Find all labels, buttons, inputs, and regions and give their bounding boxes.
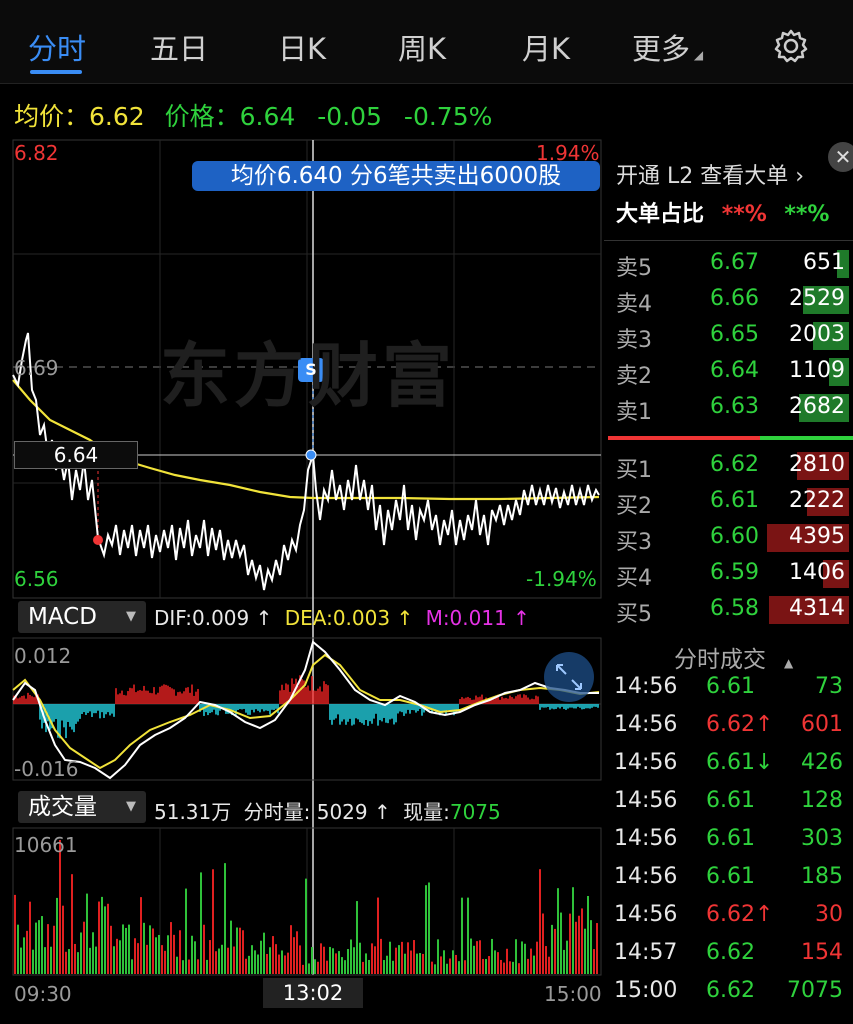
trade-volume: 7075 [787, 978, 843, 1003]
time-end-label: 15:00 [544, 982, 602, 1006]
trade-volume: 128 [801, 788, 843, 813]
volume-max-label: 10661 [14, 833, 78, 857]
trade-volume: 154 [801, 940, 843, 965]
chevron-up-icon: ▲ [784, 656, 794, 670]
trade-price: 6.62 [706, 940, 755, 965]
dif-line [12, 640, 599, 780]
trade-price: 6.62↑ [706, 712, 774, 737]
y-min-label: 6.56 [14, 567, 59, 591]
volume-minute: 分时量: 5029 ↑ [243, 800, 391, 824]
volume-now: 7075 [449, 800, 501, 824]
time-start-label: 09:30 [14, 982, 72, 1006]
trade-price: 6.61 [706, 864, 755, 889]
trade-price: 6.61 [706, 674, 755, 699]
big-order-sell: **% [784, 202, 830, 227]
ask-row[interactable]: 卖4 6.66 2529 [604, 282, 853, 318]
volume-bars [14, 839, 598, 974]
trade-price: 6.61 [706, 788, 755, 813]
chevron-down-icon: ▼ [126, 799, 136, 814]
chevron-down-icon: ▼ [126, 609, 136, 624]
trade-time: 14:56 [614, 750, 678, 775]
ask-row[interactable]: 卖3 6.65 2003 [604, 318, 853, 354]
trade-price: 6.61↓ [706, 750, 774, 775]
close-icon[interactable]: ✕ [828, 142, 853, 172]
trade-time: 14:56 [614, 864, 678, 889]
m-value: M:0.011 ↑ [425, 606, 530, 630]
dea-value: DEA:0.003 ↑ [284, 606, 414, 630]
volume-total: 51.31万 [154, 800, 232, 824]
bid-row[interactable]: 买1 6.62 2810 [604, 448, 853, 484]
trade-time: 14:56 [614, 826, 678, 851]
crosshair-price-label: 6.64 [14, 441, 138, 469]
macd-min-label: -0.016 [14, 757, 79, 781]
trade-volume: 30 [815, 902, 843, 927]
trade-row: 14:57 6.62 154 [604, 936, 853, 974]
bid-row[interactable]: 买5 6.58 4314 [604, 592, 853, 628]
trade-volume: 426 [801, 750, 843, 775]
trade-price: 6.62↑ [706, 902, 774, 927]
macd-indicator-select[interactable]: MACD ▼ [18, 601, 146, 633]
bid-row[interactable]: 买4 6.59 1406 [604, 556, 853, 592]
macd-max-label: 0.012 [14, 644, 72, 668]
trade-row: 14:56 6.61 128 [604, 784, 853, 822]
bid-row[interactable]: 买3 6.60 4395 [604, 520, 853, 556]
trade-row: 14:56 6.61 185 [604, 860, 853, 898]
crosshair-tooltip: 均价6.640 分6笔共卖出6000股 [192, 161, 600, 191]
expand-chart-button[interactable] [544, 652, 594, 702]
trade-price: 6.61 [706, 826, 755, 851]
crosshair-dot [305, 449, 317, 461]
ask-row[interactable]: 卖2 6.64 1109 [604, 354, 853, 390]
trade-time: 14:56 [614, 712, 678, 737]
trade-row: 14:56 6.62↑ 601 [604, 708, 853, 746]
trade-volume: 185 [801, 864, 843, 889]
l2-upgrade-link[interactable]: 开通 L2 查看大单 › [616, 158, 804, 190]
trade-time: 14:56 [614, 788, 678, 813]
trade-time: 15:00 [614, 978, 678, 1003]
volume-now-label: 现量: [403, 800, 450, 824]
trades-title[interactable]: 分时成交 ▲ [674, 640, 793, 674]
ask-row[interactable]: 卖5 6.67 651 [604, 246, 853, 282]
trade-volume: 601 [801, 712, 843, 737]
sell-marker-label: S [305, 360, 317, 379]
big-order-ratio: 大单占比 **% **% [616, 202, 830, 227]
dea-line [12, 653, 600, 770]
trade-time: 14:56 [614, 902, 678, 927]
trade-row: 14:56 6.62↑ 30 [604, 898, 853, 936]
trade-volume: 303 [801, 826, 843, 851]
trade-row: 14:56 6.61↓ 426 [604, 746, 853, 784]
trade-time: 14:57 [614, 940, 678, 965]
bid-row[interactable]: 买2 6.61 2222 [604, 484, 853, 520]
crosshair-time-label: 13:02 [263, 978, 363, 1008]
trade-time: 14:56 [614, 674, 678, 699]
trade-row: 15:00 6.62 7075 [604, 974, 853, 1012]
y-max-label: 6.82 [14, 141, 59, 165]
bid-ask-ratio-bar [608, 436, 853, 440]
pct-min-label: -1.94% [526, 567, 597, 591]
trade-row: 14:56 6.61 303 [604, 822, 853, 860]
trade-volume: 73 [815, 674, 843, 699]
buy-marker-dot[interactable] [93, 535, 103, 545]
trade-row: 14:56 6.61 73 [604, 670, 853, 708]
volume-indicator-select[interactable]: 成交量 ▼ [18, 791, 146, 823]
ask-row[interactable]: 卖1 6.63 2682 [604, 390, 853, 426]
big-order-buy: **% [721, 202, 767, 227]
y-mid-label: 6.69 [14, 356, 59, 380]
order-panel: ✕ 开通 L2 查看大单 › 大单占比 **% **% 卖5 6.67 651 卖… [604, 140, 853, 1024]
trade-price: 6.62 [706, 978, 755, 1003]
dif-value: DIF:0.009 ↑ [154, 606, 273, 630]
